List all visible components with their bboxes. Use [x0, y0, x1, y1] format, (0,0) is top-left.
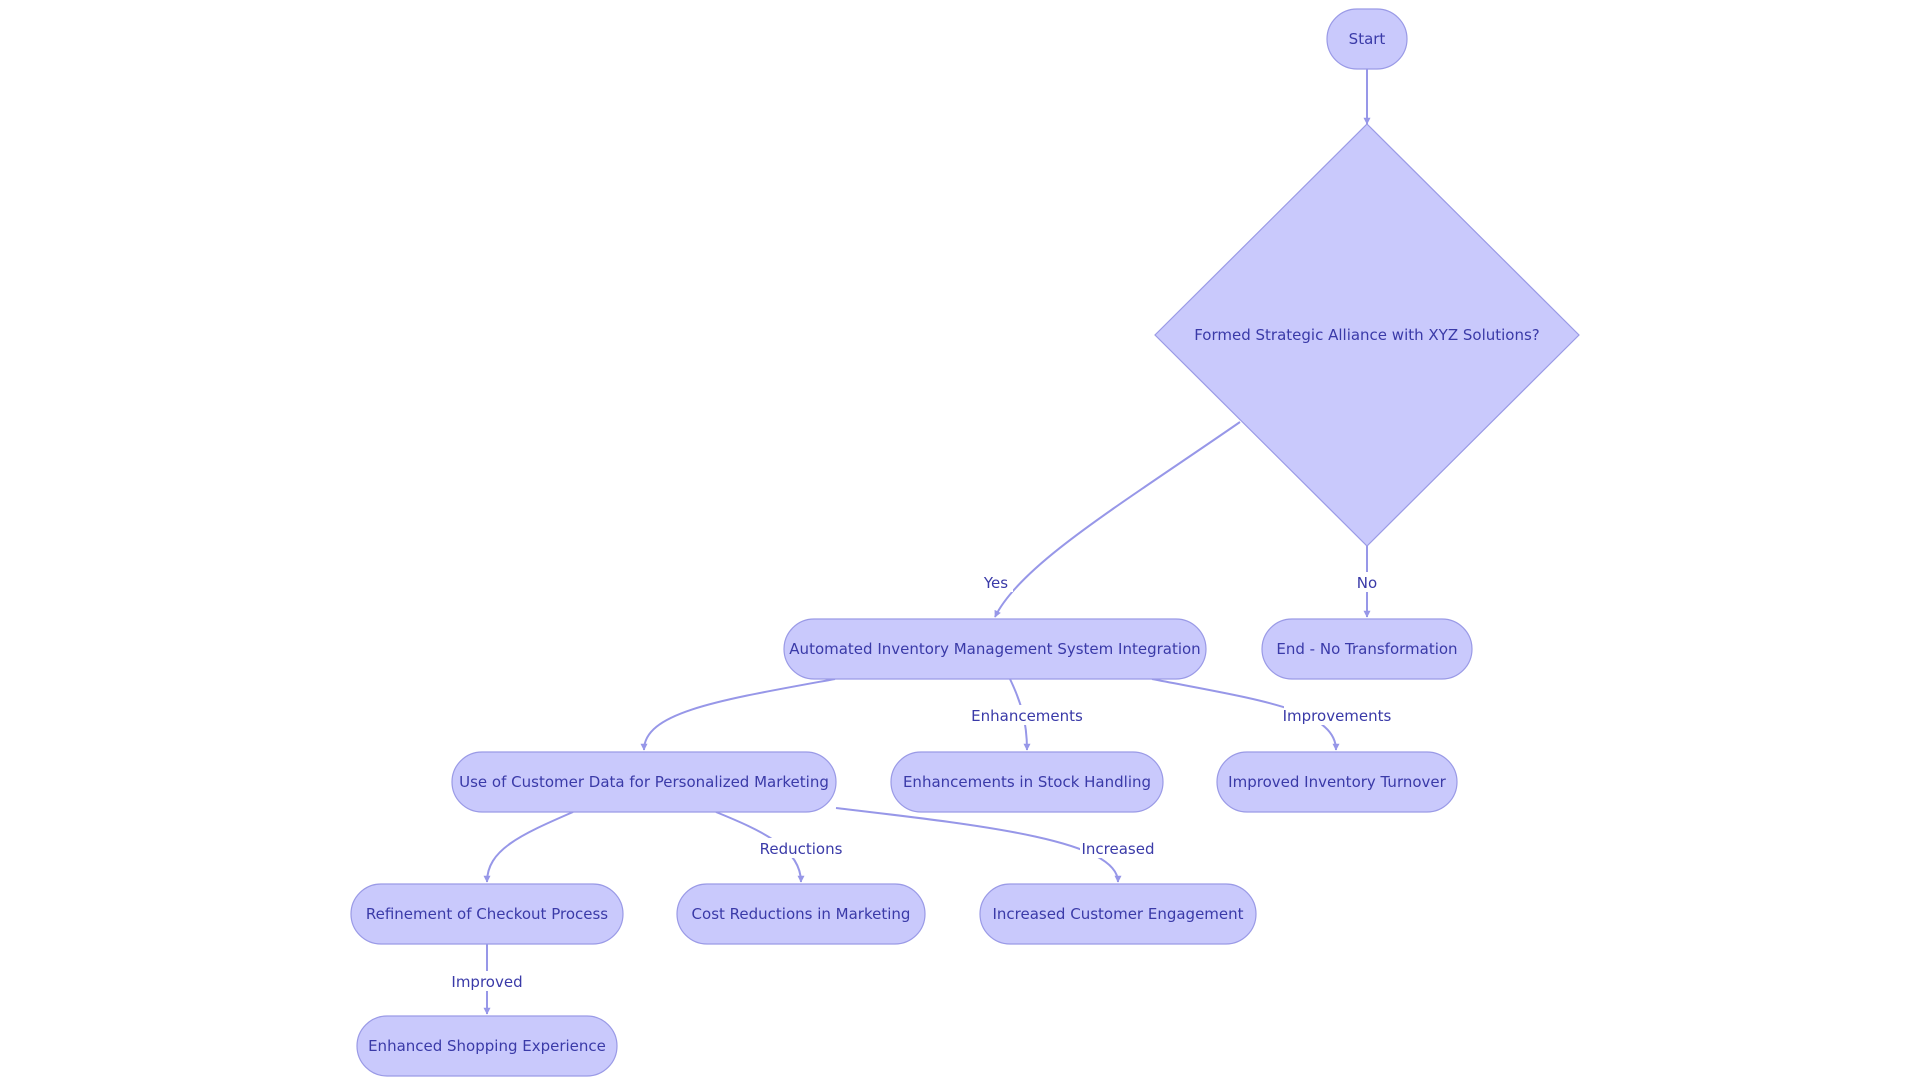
node-customer-data[interactable]: Use of Customer Data for Personalized Ma… [451, 751, 837, 813]
node-cost[interactable]: Cost Reductions in Marketing [676, 883, 926, 945]
edge-label-reductions: Reductions [758, 838, 844, 858]
node-shopping[interactable]: Enhanced Shopping Experience [356, 1015, 618, 1077]
node-automated-label: Automated Inventory Management System In… [789, 640, 1200, 658]
edges [483, 69, 1371, 1015]
node-stock-label: Enhancements in Stock Handling [903, 773, 1151, 791]
nodes: Start Formed Strategic Alliance with XYZ… [350, 8, 1580, 1077]
flowchart: Yes No Enhancements Improvements Reducti… [350, 8, 1580, 1077]
edge-label-improvements: Improvements [1283, 705, 1392, 725]
node-start[interactable]: Start [1326, 8, 1408, 70]
edge-customer-engagement [835, 807, 1122, 883]
node-turnover-label: Improved Inventory Turnover [1228, 773, 1446, 791]
node-decision-label: Formed Strategic Alliance with XYZ Solut… [1194, 326, 1540, 344]
edge-automated-customer [640, 678, 836, 751]
edge-label-improved-text: Improved [451, 973, 522, 991]
edge-label-no: No [1354, 572, 1380, 592]
node-end[interactable]: End - No Transformation [1261, 618, 1473, 680]
node-stock[interactable]: Enhancements in Stock Handling [890, 751, 1164, 813]
edge-customer-checkout [483, 811, 574, 883]
edge-label-yes: Yes [979, 572, 1013, 592]
edge-decision-automated [994, 421, 1241, 618]
node-shopping-label: Enhanced Shopping Experience [368, 1037, 606, 1055]
node-engagement[interactable]: Increased Customer Engagement [979, 883, 1257, 945]
node-turnover[interactable]: Improved Inventory Turnover [1216, 751, 1458, 813]
node-end-label: End - No Transformation [1276, 640, 1457, 658]
node-decision[interactable]: Formed Strategic Alliance with XYZ Solut… [1154, 123, 1580, 547]
node-checkout-label: Refinement of Checkout Process [366, 905, 608, 923]
edge-label-improved: Improved [450, 971, 524, 991]
edge-label-improvements-text: Improvements [1283, 707, 1392, 725]
node-customer-data-label: Use of Customer Data for Personalized Ma… [459, 773, 829, 791]
edge-label-enhancements-text: Enhancements [971, 707, 1083, 725]
edge-label-enhancements: Enhancements [971, 705, 1083, 725]
edge-label-increased-text: Increased [1081, 840, 1154, 858]
edge-label-yes-text: Yes [983, 574, 1008, 592]
node-cost-label: Cost Reductions in Marketing [692, 905, 911, 923]
node-engagement-label: Increased Customer Engagement [992, 905, 1243, 923]
edge-label-reductions-text: Reductions [760, 840, 843, 858]
node-checkout[interactable]: Refinement of Checkout Process [350, 883, 624, 945]
edge-label-no-text: No [1357, 574, 1377, 592]
node-automated[interactable]: Automated Inventory Management System In… [783, 618, 1207, 680]
node-start-label: Start [1349, 30, 1386, 48]
edge-label-increased: Increased [1080, 838, 1156, 858]
